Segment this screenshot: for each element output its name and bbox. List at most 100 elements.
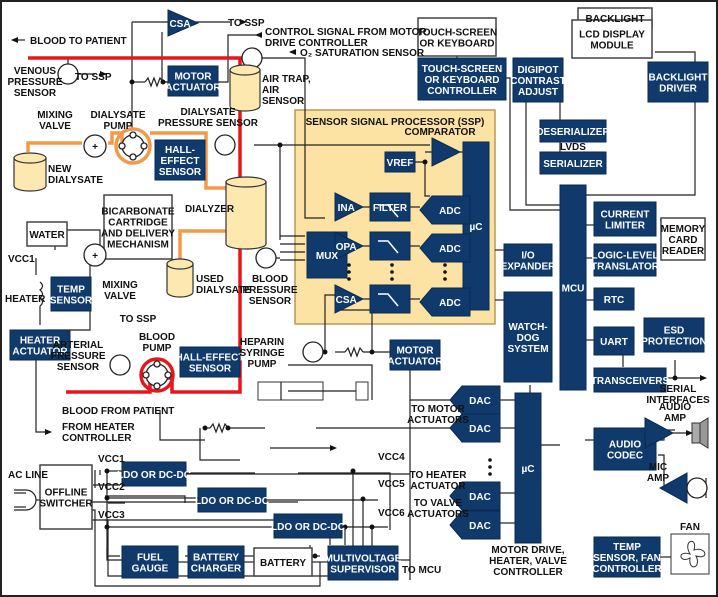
label-from-heater: FROM HEATER bbox=[62, 422, 135, 433]
label-to-valve-actuators: ACTUATORS bbox=[407, 509, 469, 520]
label-new-dialysate: DIALYSATE bbox=[48, 175, 103, 186]
fuel-gauge-label: GAUGE bbox=[132, 564, 169, 575]
junction-dot bbox=[202, 425, 208, 431]
label-arterial: SENSOR bbox=[57, 362, 100, 373]
label-comparator: COMPARATOR bbox=[404, 127, 476, 138]
label-mic-amp: MIC bbox=[649, 462, 667, 473]
label-blood-from-patient: BLOOD FROM PATIENT bbox=[62, 406, 174, 417]
pump-roller bbox=[129, 153, 137, 161]
junction-dot bbox=[104, 468, 110, 474]
label-motor-drive-controller: CONTROLLER bbox=[493, 567, 563, 578]
label-blood-to-patient: BLOOD TO PATIENT bbox=[30, 36, 127, 47]
pump-roller bbox=[118, 142, 126, 150]
junction-dot bbox=[672, 375, 678, 381]
ellipsis-dot bbox=[390, 270, 394, 274]
ellipsis-dot bbox=[443, 263, 447, 267]
label-air-trap: AIR TRAP, bbox=[262, 74, 311, 85]
label-o2-sensor: O₂ SATURATION SENSOR bbox=[300, 48, 425, 59]
label-heparin: PUMP bbox=[248, 359, 277, 370]
ellipsis-dot bbox=[390, 263, 394, 267]
digipot-contrast-adjust-label: DIGIPOT bbox=[517, 65, 558, 76]
label-to-motor-actuators: ACTUATORS bbox=[407, 415, 469, 426]
hall-effect-sensor-bottom-label: SENSOR bbox=[189, 364, 232, 375]
rtc-label: RTC bbox=[604, 295, 625, 306]
junction-dot bbox=[360, 496, 366, 502]
current-limiter-label: CURRENT bbox=[601, 210, 650, 221]
label-heater: HEATER bbox=[5, 294, 46, 305]
hall-effect-sensor-top-label: SENSOR bbox=[159, 167, 202, 178]
serializer-label: SERIALIZER bbox=[543, 159, 603, 170]
logic-level-translator-label: TRANSLATOR bbox=[591, 262, 660, 273]
label-air-trap: SENSOR bbox=[262, 96, 305, 107]
label-heparin: SYRINGE bbox=[239, 348, 284, 359]
filter-2 bbox=[369, 231, 411, 261]
label-new-dialysate: NEW bbox=[48, 164, 72, 175]
junction-dot bbox=[129, 79, 135, 85]
lcd-display-module-label: MODULE bbox=[590, 41, 634, 52]
memory-card-reader-label: MEMORY bbox=[661, 224, 706, 235]
label-to-ssp-arterial: TO SSP bbox=[120, 314, 157, 325]
blood-pressure-sensor bbox=[255, 247, 277, 269]
label-mixing-valve-1: VALVE bbox=[39, 121, 71, 132]
label-arterial: PRESSURE bbox=[50, 351, 105, 362]
pump-roller bbox=[153, 382, 161, 390]
ldo-dc-dc-1-label: LDO OR DC-DC bbox=[117, 470, 191, 481]
plus-icon: + bbox=[92, 142, 98, 153]
pump-roller bbox=[140, 142, 148, 150]
memory-card-reader-label: READER bbox=[662, 246, 705, 257]
adc-3-label: ADC bbox=[439, 298, 461, 309]
ellipsis-dot bbox=[347, 277, 351, 281]
label-to-heater-actuator: TO HEATER bbox=[410, 470, 468, 481]
touch-screen-keyboard-label: OR KEYBOARD bbox=[419, 39, 494, 50]
label-arterial: ARTERIAL bbox=[53, 340, 104, 351]
motor-actuator-heparin-label: MOTOR bbox=[396, 346, 434, 357]
bicarbonate-cartridge-label: AND DELIVERY bbox=[101, 229, 175, 240]
label-lvds: LVDS bbox=[560, 142, 586, 153]
ssp-microcontroller-label: µC bbox=[470, 222, 483, 233]
label-to-heater-actuator: ACTUATOR bbox=[410, 481, 466, 492]
arterial-pressure-sensor bbox=[109, 354, 131, 376]
temp-sensor-label: SENSOR bbox=[50, 296, 93, 307]
label-vcc1-power: VCC1 bbox=[98, 454, 125, 465]
heparin-syringe-pump-sensor bbox=[302, 341, 324, 363]
pump-roller bbox=[153, 360, 161, 368]
deserializer-label: DESERIALIZER bbox=[536, 127, 610, 138]
hemodialysis-block-diagram: CSAMOTORACTUATOR+ HALL-EFFECTSENSORBICARB… bbox=[0, 0, 718, 597]
label-vcc3: VCC3 bbox=[98, 510, 125, 521]
label-dialysate-pump: PUMP bbox=[104, 121, 133, 132]
watchdog-system-label: DOG bbox=[517, 333, 540, 344]
label-mixing-valve-2: MIXING bbox=[102, 280, 138, 291]
backlight-driver-label: BACKLIGHT bbox=[649, 73, 708, 84]
lcd-display-module-label: LCD DISPLAY bbox=[579, 30, 645, 41]
digipot-contrast-adjust-label: ADJUST bbox=[518, 87, 558, 98]
label-fan: FAN bbox=[680, 522, 700, 533]
io-expander-label: EXPANDER bbox=[501, 262, 557, 273]
label-dialysate-pump: DIALYSATE bbox=[90, 110, 145, 121]
hall-effect-sensor-top-label: HALL- bbox=[165, 145, 195, 156]
dac-4-label: DAC bbox=[469, 521, 491, 532]
junction-dot bbox=[104, 495, 110, 501]
label-dialysate-pressure: PRESSURE SENSOR bbox=[158, 118, 259, 129]
ellipsis-dot bbox=[347, 270, 351, 274]
offline-switcher-label: OFFLINE bbox=[45, 488, 88, 499]
new-dialysate-container bbox=[13, 152, 47, 192]
junction-dot bbox=[350, 468, 356, 474]
label-mic-amp: AMP bbox=[647, 473, 670, 484]
temp-sensor-fan-controller-label: SENSOR, FAN bbox=[593, 553, 661, 564]
dialysate-pressure-sensor bbox=[214, 134, 236, 156]
csa-ssp-label: CSA bbox=[336, 295, 357, 306]
uart-label: UART bbox=[600, 337, 628, 348]
ellipsis-dot bbox=[488, 472, 492, 476]
esd-protection-label: ESD bbox=[664, 326, 685, 337]
label-audio-amp: AMP bbox=[664, 413, 687, 424]
pump-roller bbox=[142, 371, 150, 379]
speaker-icon bbox=[691, 422, 701, 444]
current-limiter-label: LIMITER bbox=[605, 221, 646, 232]
mcu-label: MCU bbox=[562, 284, 585, 295]
junction-dot bbox=[104, 524, 110, 530]
touch-screen-controller-label: OR KEYBOARD bbox=[424, 75, 499, 86]
syringe-plunger-head bbox=[355, 381, 369, 401]
label-dialyzer: DIALYZER bbox=[185, 204, 235, 215]
motor-actuator-top-label: MOTOR bbox=[174, 72, 212, 83]
label-blood-pressure: PRESSURE bbox=[242, 285, 297, 296]
